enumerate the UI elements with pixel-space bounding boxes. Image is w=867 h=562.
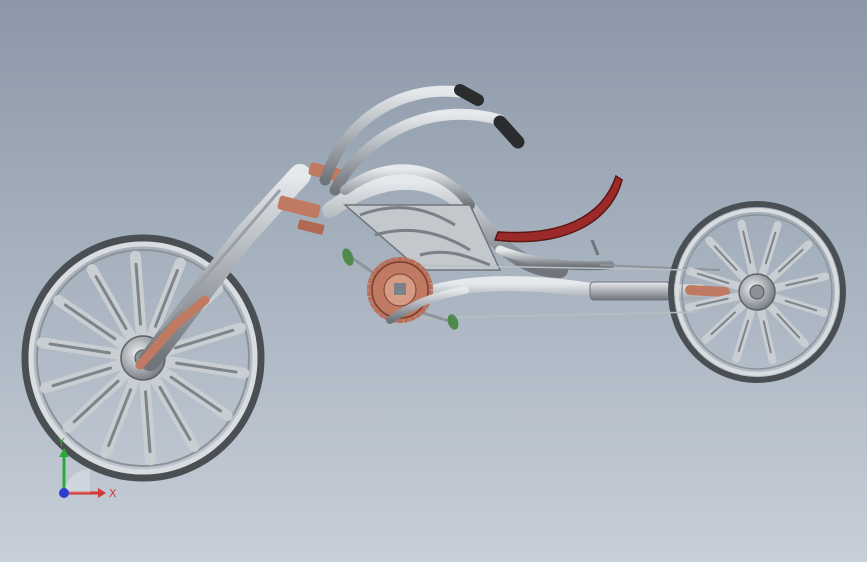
spoke-slot — [51, 366, 113, 388]
x-axis-arrowhead — [98, 488, 106, 498]
x-axis-label: X — [109, 487, 117, 500]
y-axis-label: Y — [57, 436, 65, 449]
spoke-slot — [63, 303, 117, 341]
fork-icon — [135, 162, 346, 371]
seat-icon — [493, 174, 623, 256]
spoke-slot — [158, 385, 192, 441]
spoke-slot — [776, 313, 801, 339]
triad-plane-quadrant — [64, 468, 90, 493]
coordinate-triad: X Y — [57, 436, 117, 500]
spoke-slot — [713, 245, 738, 271]
z-axis-dot — [59, 488, 69, 498]
chopper-bike-model[interactable] — [0, 0, 867, 562]
spoke-slot — [94, 275, 128, 331]
spoke-slot — [710, 311, 736, 336]
spoke-slot — [72, 379, 120, 424]
graphics-viewport[interactable]: X Y — [0, 0, 867, 562]
spoke-slot — [169, 375, 223, 413]
y-axis-arrowhead — [59, 448, 69, 457]
spoke-slot — [778, 248, 804, 273]
